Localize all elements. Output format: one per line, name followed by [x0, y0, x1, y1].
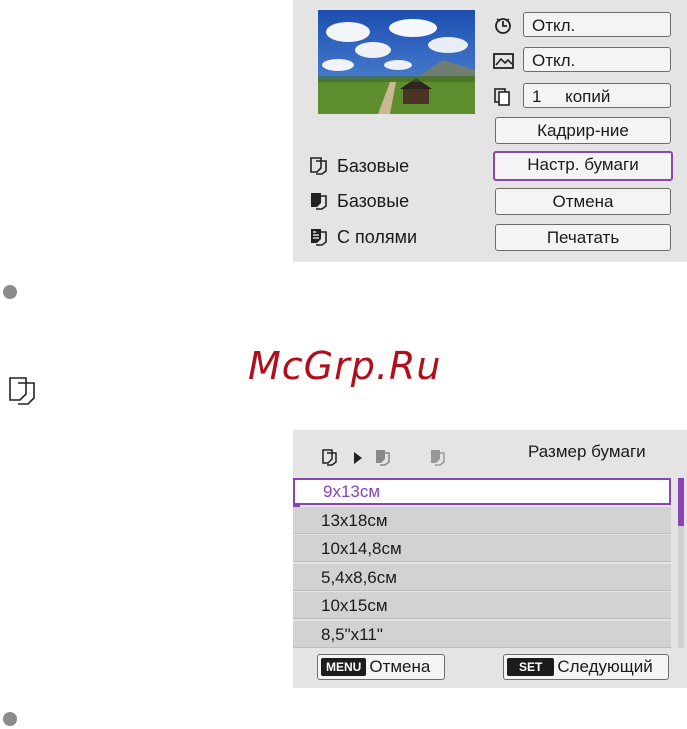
- cancel-button[interactable]: Отмена: [495, 188, 671, 215]
- watermark-text: McGrp.Ru: [248, 344, 442, 388]
- set-key: SET: [507, 658, 555, 676]
- menu-cancel-label: Отмена: [369, 657, 431, 676]
- set-next-label: Следующий: [557, 657, 653, 676]
- menu-key: MENU: [321, 658, 367, 676]
- paper-type-icon: [309, 192, 329, 210]
- paper-size-option[interactable]: 13x18см: [293, 506, 671, 534]
- date-print-setting[interactable]: Откл.: [493, 12, 673, 39]
- paper-size-option[interactable]: 8,5"x11": [293, 620, 671, 648]
- paper-size-label: Базовые: [337, 156, 410, 176]
- paper-size-option[interactable]: 9x13см: [293, 478, 671, 505]
- date-print-value: Откл.: [523, 12, 671, 37]
- effect-icon: [493, 51, 515, 71]
- crop-button[interactable]: Кадрир-ние: [495, 117, 671, 144]
- photo-preview: [318, 10, 475, 114]
- print-settings-screen: Откл. Откл. 1 копий Кадрир-ние Настр. бу…: [293, 0, 687, 262]
- copies-value: 1 копий: [523, 83, 671, 108]
- copies-setting[interactable]: 1 копий: [493, 83, 673, 110]
- effect-value: Откл.: [523, 47, 671, 72]
- menu-cancel-button[interactable]: MENU Отмена: [317, 654, 445, 680]
- print-button[interactable]: Печатать: [495, 224, 671, 251]
- paper-size-option[interactable]: 10x14,8см: [293, 535, 671, 562]
- step-indicator: [321, 448, 461, 473]
- copies-icon: [493, 87, 515, 107]
- page-layout-label: С полями: [337, 227, 418, 247]
- paper-size-option[interactable]: 5,4x8,6см: [293, 563, 671, 591]
- paper-size-screen: Размер бумаги 9x13см 13x18см 10x14,8см 5,4x…: [293, 430, 687, 688]
- scrollbar-thumb[interactable]: [678, 478, 684, 526]
- bullet-point: [3, 285, 17, 299]
- bullet-point: [3, 712, 17, 726]
- date-print-icon: [493, 16, 515, 36]
- paper-size-option[interactable]: 10x15см: [293, 592, 671, 619]
- paper-size-step-icon: [322, 449, 337, 466]
- paper-settings-button[interactable]: Настр. бумаги: [493, 151, 673, 181]
- effect-setting[interactable]: Откл.: [493, 47, 673, 74]
- paper-size-title: Размер бумаги: [528, 442, 646, 461]
- paper-icon: [8, 376, 40, 411]
- page-layout-icon: [309, 228, 329, 246]
- set-next-button[interactable]: SET Следующий: [503, 654, 669, 680]
- paper-size-icon: [309, 157, 329, 175]
- paper-type-label: Базовые: [337, 191, 410, 211]
